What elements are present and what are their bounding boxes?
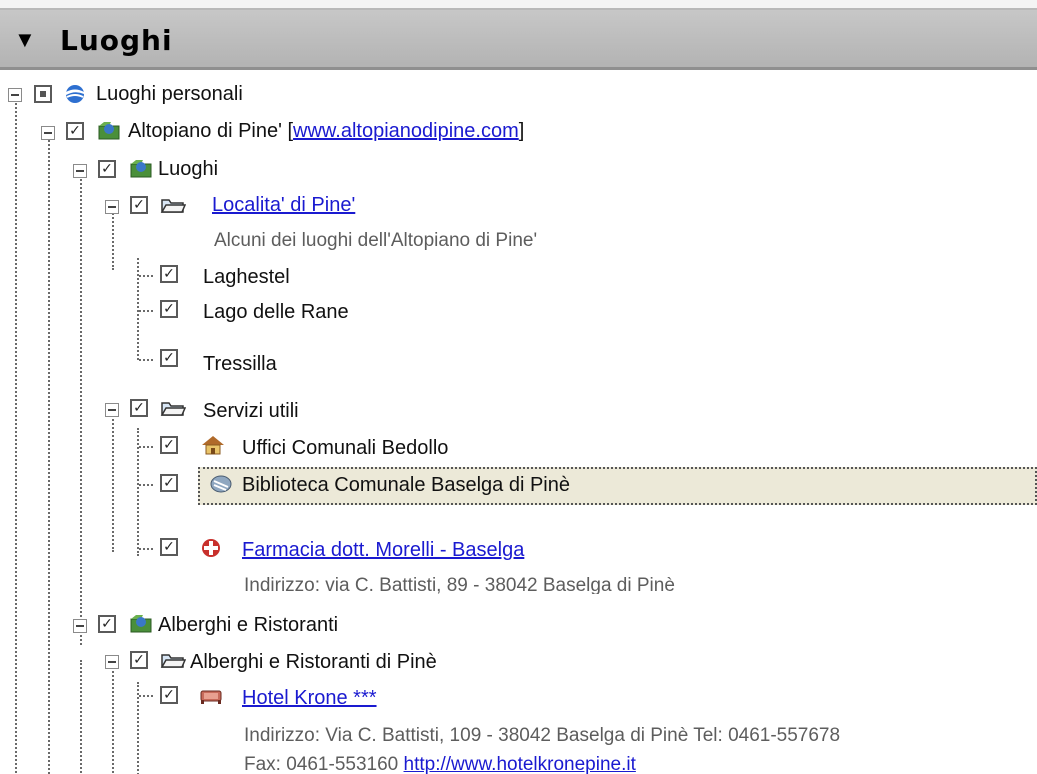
tree-item-altopiano[interactable]: Altopiano di Pine' [www.altopianodipine.… xyxy=(128,119,524,143)
item-checkbox[interactable]: ✓ xyxy=(130,196,148,214)
expand-toggle[interactable] xyxy=(105,403,119,417)
network-folder-icon xyxy=(130,160,152,178)
tree-item-luoghi[interactable]: Luoghi xyxy=(158,157,218,181)
tree-guide-line xyxy=(48,137,50,774)
tree-guide-line xyxy=(15,100,17,774)
expand-toggle[interactable] xyxy=(105,200,119,214)
item-checkbox[interactable]: ✓ xyxy=(130,651,148,669)
tree-item-biblioteca[interactable]: Biblioteca Comunale Baselga di Pinè xyxy=(242,473,570,497)
item-checkbox[interactable]: ✓ xyxy=(160,349,178,367)
tree-guide-line xyxy=(112,210,114,270)
item-checkbox[interactable]: ✓ xyxy=(160,686,178,704)
tree-guide-line xyxy=(112,412,114,552)
farmacia-description: Indirizzo: via C. Battisti, 89 - 38042 B… xyxy=(244,575,675,594)
tree-guide-line xyxy=(137,258,139,360)
tree-guide-line xyxy=(112,660,114,774)
open-folder-icon xyxy=(160,402,186,416)
tree-branch-line xyxy=(139,275,153,277)
pharmacy-cross-icon xyxy=(202,539,220,557)
network-folder-icon xyxy=(98,122,120,140)
altopiano-label: Altopiano di Pine' [ xyxy=(128,120,294,142)
tree-branch-line xyxy=(139,695,153,697)
tree-item-alberghi-ristoranti[interactable]: Alberghi e Ristoranti xyxy=(158,613,338,637)
hotel-contact: Fax: 0461-553160 http://www.hotelkronepi… xyxy=(244,754,636,774)
tree-item-luoghi-personali[interactable]: Luoghi personali xyxy=(96,82,243,106)
tree-item-farmacia-link[interactable]: Farmacia dott. Morelli - Baselga xyxy=(242,538,524,562)
item-checkbox[interactable]: ✓ xyxy=(160,538,178,556)
item-checkbox[interactable]: ✓ xyxy=(98,160,116,178)
house-icon xyxy=(202,436,224,455)
tree-guide-line xyxy=(80,175,82,645)
item-checkbox[interactable]: ✓ xyxy=(160,436,178,454)
expand-toggle[interactable] xyxy=(41,126,55,140)
item-checkbox[interactable]: ✓ xyxy=(98,615,116,633)
item-checkbox[interactable]: ✓ xyxy=(160,474,178,492)
localita-description: Alcuni dei luoghi dell'Altopiano di Pine… xyxy=(214,230,538,251)
tree-item-lago-delle-rane[interactable]: Lago delle Rane xyxy=(203,300,349,324)
places-tree: Luoghi personali ✓ Altopiano di Pine' [w… xyxy=(0,70,1037,774)
panel-top-border xyxy=(0,0,1037,10)
tree-branch-line xyxy=(139,548,153,550)
expand-toggle[interactable] xyxy=(8,88,22,102)
places-panel-header[interactable]: ▼ Luoghi xyxy=(0,10,1037,70)
open-folder-icon xyxy=(160,199,186,213)
tree-branch-line xyxy=(139,446,153,448)
tree-item-servizi-utili[interactable]: Servizi utili xyxy=(203,399,299,423)
altopiano-label-suffix: ] xyxy=(518,120,525,142)
tristate-checkbox[interactable] xyxy=(34,85,52,103)
item-checkbox[interactable]: ✓ xyxy=(130,399,148,417)
hotel-address: Indirizzo: Via C. Battisti, 109 - 38042 … xyxy=(244,725,841,746)
expand-toggle[interactable] xyxy=(105,655,119,669)
tree-item-localita-link[interactable]: Localita' di Pine' xyxy=(212,193,355,217)
altopiano-website-link[interactable]: www.altopianodipine.com xyxy=(293,120,519,142)
item-checkbox[interactable]: ✓ xyxy=(66,122,84,140)
collapse-triangle-icon[interactable]: ▼ xyxy=(14,28,36,52)
tree-item-laghestel[interactable]: Laghestel xyxy=(203,265,290,289)
network-folder-icon xyxy=(130,615,152,633)
tree-branch-line xyxy=(139,484,153,486)
expand-toggle[interactable] xyxy=(73,619,87,633)
hotel-bed-icon xyxy=(200,690,222,704)
item-checkbox[interactable]: ✓ xyxy=(160,300,178,318)
hotel-website-link[interactable]: http://www.hotelkronepine.it xyxy=(404,754,636,774)
item-checkbox[interactable]: ✓ xyxy=(160,265,178,283)
panel-title: Luoghi xyxy=(60,24,173,57)
hotel-fax: Fax: 0461-553160 xyxy=(244,754,404,774)
tree-item-hotel-krone-link[interactable]: Hotel Krone *** xyxy=(242,686,377,710)
tree-item-tressilla[interactable]: Tressilla xyxy=(203,352,277,376)
library-icon xyxy=(210,475,232,493)
tree-item-uffici-comunali[interactable]: Uffici Comunali Bedollo xyxy=(242,436,448,460)
tree-branch-line xyxy=(139,310,153,312)
tree-item-alberghi-pine[interactable]: Alberghi e Ristoranti di Pinè xyxy=(190,650,437,674)
globe-icon xyxy=(66,85,84,103)
expand-toggle[interactable] xyxy=(73,164,87,178)
tree-guide-line xyxy=(80,660,82,774)
tree-branch-line xyxy=(139,359,153,361)
open-folder-icon xyxy=(160,654,186,668)
